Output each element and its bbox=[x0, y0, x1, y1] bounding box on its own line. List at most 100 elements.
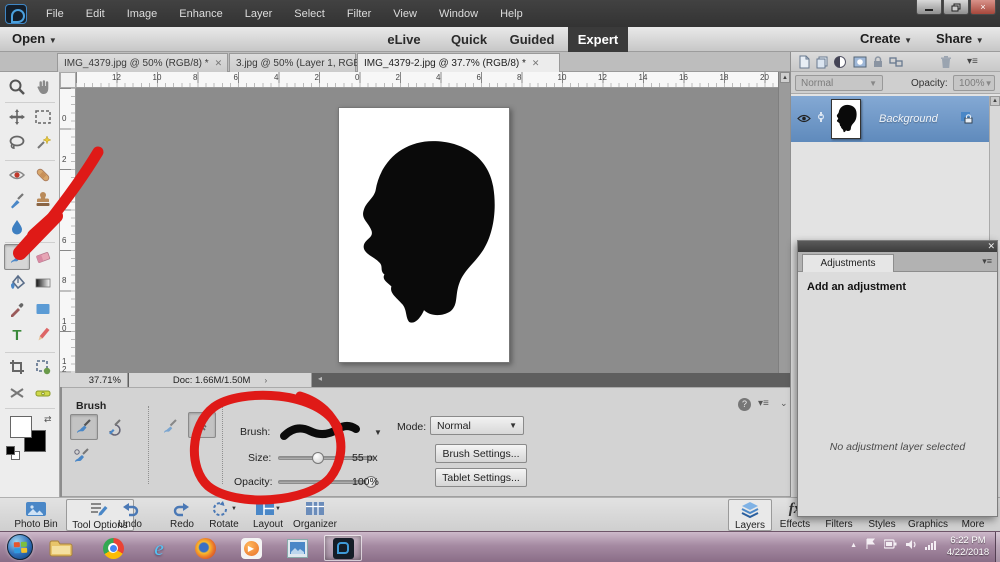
menu-layer[interactable]: Layer bbox=[234, 8, 284, 20]
pencil-tool-icon[interactable] bbox=[32, 324, 54, 346]
taskbar-chrome-icon[interactable] bbox=[96, 535, 130, 561]
layer-row-background[interactable]: Background bbox=[791, 96, 989, 142]
scroll-up-icon[interactable]: ▲ bbox=[780, 72, 790, 83]
document-canvas[interactable] bbox=[338, 107, 510, 363]
tab-quick[interactable]: Quick bbox=[443, 27, 495, 52]
brush-picker-caret-icon[interactable]: ▼ bbox=[374, 428, 382, 437]
brush-mode-icon[interactable] bbox=[160, 418, 178, 441]
organizer-button[interactable]: Organizer bbox=[288, 499, 342, 531]
default-colors-icon[interactable] bbox=[6, 446, 15, 455]
collapse-panel-icon[interactable]: ⌄ bbox=[780, 398, 788, 409]
brush-stroke-preview[interactable] bbox=[278, 414, 370, 448]
layer-visibility-eye-icon[interactable] bbox=[797, 110, 811, 128]
quick-selection-tool-icon[interactable] bbox=[32, 132, 54, 154]
layers-scroll-up-icon[interactable]: ▲ bbox=[990, 96, 1000, 106]
layers-button[interactable]: Layers bbox=[728, 499, 772, 531]
clone-stamp-tool-icon[interactable] bbox=[32, 190, 54, 212]
undo-button[interactable]: Undo bbox=[108, 499, 152, 531]
tab-elive[interactable]: eLive bbox=[378, 27, 430, 52]
zoom-level-field[interactable]: 37.71% bbox=[60, 373, 128, 387]
document-tab-1[interactable]: IMG_4379.jpg @ 50% (RGB/8) * ✕ bbox=[57, 53, 228, 72]
speaker-icon[interactable] bbox=[905, 539, 917, 553]
start-button[interactable] bbox=[7, 534, 33, 560]
minimize-button[interactable] bbox=[916, 0, 942, 15]
menu-filter[interactable]: Filter bbox=[336, 8, 382, 20]
taskbar-photo-viewer-icon[interactable] bbox=[280, 535, 314, 561]
layer-thumbnail[interactable] bbox=[831, 99, 861, 139]
lasso-tool-icon[interactable] bbox=[6, 132, 28, 154]
canvas-vertical-scrollbar[interactable]: ▲ bbox=[778, 72, 790, 373]
crop-tool-icon[interactable] bbox=[6, 356, 28, 378]
brush-settings-button[interactable]: Brush Settings... bbox=[435, 444, 527, 463]
doc-size-field[interactable]: Doc: 1.66M/1.50M › bbox=[129, 373, 312, 387]
tab-expert[interactable]: Expert bbox=[568, 27, 628, 52]
level-tool-icon[interactable] bbox=[32, 382, 54, 404]
help-icon[interactable]: ? bbox=[738, 398, 751, 411]
taskbar-clock[interactable]: 6:22 PM 4/22/2018 bbox=[942, 535, 994, 559]
size-slider-thumb[interactable] bbox=[312, 452, 324, 464]
menu-view[interactable]: View bbox=[382, 8, 428, 20]
document-tab-2[interactable]: 3.jpg @ 50% (Layer 1, RGB/8) *✕ bbox=[229, 53, 392, 72]
close-tab-icon[interactable]: ✕ bbox=[215, 58, 223, 69]
tray-expand-icon[interactable]: ▲ bbox=[850, 542, 857, 549]
close-panel-icon[interactable]: ✕ bbox=[987, 241, 995, 252]
network-signal-icon[interactable] bbox=[925, 539, 938, 553]
menu-edit[interactable]: Edit bbox=[75, 8, 116, 20]
menu-image[interactable]: Image bbox=[116, 8, 169, 20]
brush-variant-icon-selected[interactable] bbox=[70, 414, 98, 440]
eyedropper-tool-icon[interactable] bbox=[6, 298, 28, 320]
layer-locked-icon[interactable] bbox=[959, 110, 973, 129]
panel-menu-icon[interactable]: ▾≡ bbox=[758, 398, 769, 409]
close-tab-icon[interactable]: ✕ bbox=[532, 58, 540, 69]
menu-file[interactable]: File bbox=[35, 8, 75, 20]
app-logo-icon[interactable] bbox=[5, 3, 27, 24]
battery-icon[interactable] bbox=[883, 539, 897, 552]
tablet-settings-button[interactable]: Tablet Settings... bbox=[435, 468, 527, 487]
blur-tool-icon[interactable] bbox=[6, 216, 28, 238]
foreground-color-swatch[interactable] bbox=[10, 416, 32, 438]
recompose-tool-icon[interactable] bbox=[32, 356, 54, 378]
restore-button[interactable] bbox=[943, 0, 969, 15]
layers-panel-menu-icon[interactable]: ▾≡ bbox=[967, 56, 978, 67]
paint-bucket-tool-icon[interactable] bbox=[6, 272, 28, 294]
status-popup-icon[interactable]: › bbox=[264, 376, 267, 385]
document-tab-3-active[interactable]: IMG_4379-2.jpg @ 37.7% (RGB/8) * ✕ bbox=[357, 53, 560, 72]
tab-guided[interactable]: Guided bbox=[503, 27, 561, 52]
spot-healing-tool-icon[interactable] bbox=[32, 164, 54, 186]
menu-select[interactable]: Select bbox=[283, 8, 336, 20]
create-button[interactable]: Create ▼ bbox=[860, 31, 912, 46]
share-button[interactable]: Share ▼ bbox=[936, 31, 984, 46]
taskbar-media-player-icon[interactable]: ▶ bbox=[234, 535, 268, 561]
open-button[interactable]: Open ▼ bbox=[12, 31, 57, 46]
layer-name[interactable]: Background bbox=[879, 113, 938, 125]
marquee-tool-icon[interactable] bbox=[32, 106, 54, 128]
airbrush-mode-icon-selected[interactable] bbox=[188, 412, 216, 438]
hand-tool-icon[interactable] bbox=[32, 76, 54, 98]
brush-tool-icon-selected[interactable] bbox=[4, 244, 30, 270]
redo-button[interactable]: Redo bbox=[160, 499, 204, 531]
type-tool-icon[interactable]: T bbox=[6, 324, 28, 346]
action-center-flag-icon[interactable] bbox=[865, 538, 876, 553]
sponge-tool-icon[interactable] bbox=[32, 216, 54, 238]
taskbar-explorer-icon[interactable] bbox=[44, 535, 78, 561]
red-eye-tool-icon[interactable] bbox=[6, 164, 28, 186]
layout-button[interactable]: ▼ Layout bbox=[246, 499, 290, 531]
move-tool-icon[interactable] bbox=[6, 106, 28, 128]
adjustments-menu-icon[interactable]: ▾≡ bbox=[982, 256, 992, 267]
adjustments-titlebar[interactable]: ✕ bbox=[798, 241, 997, 252]
menu-help[interactable]: Help bbox=[489, 8, 534, 20]
blend-mode-select[interactable]: Normal ▼ bbox=[795, 75, 883, 91]
color-replacement-brush-icon[interactable] bbox=[72, 446, 92, 471]
photo-bin-button[interactable]: Photo Bin bbox=[8, 499, 64, 531]
rotate-button[interactable]: ▼ Rotate bbox=[202, 499, 246, 531]
close-button[interactable]: × bbox=[970, 0, 996, 15]
scroll-left-icon[interactable]: ◂ bbox=[318, 374, 322, 383]
menu-window[interactable]: Window bbox=[428, 8, 489, 20]
show-desktop-button[interactable] bbox=[995, 532, 1000, 562]
taskbar-firefox-icon[interactable] bbox=[188, 535, 222, 561]
impressionist-brush-icon[interactable] bbox=[104, 417, 124, 442]
swap-colors-icon[interactable]: ⇄ bbox=[44, 414, 52, 425]
taskbar-photoshop-elements-icon-active[interactable] bbox=[324, 535, 362, 561]
straighten-tool-icon[interactable] bbox=[6, 382, 28, 404]
layers-scrollbar[interactable]: ▲ bbox=[989, 96, 1000, 241]
